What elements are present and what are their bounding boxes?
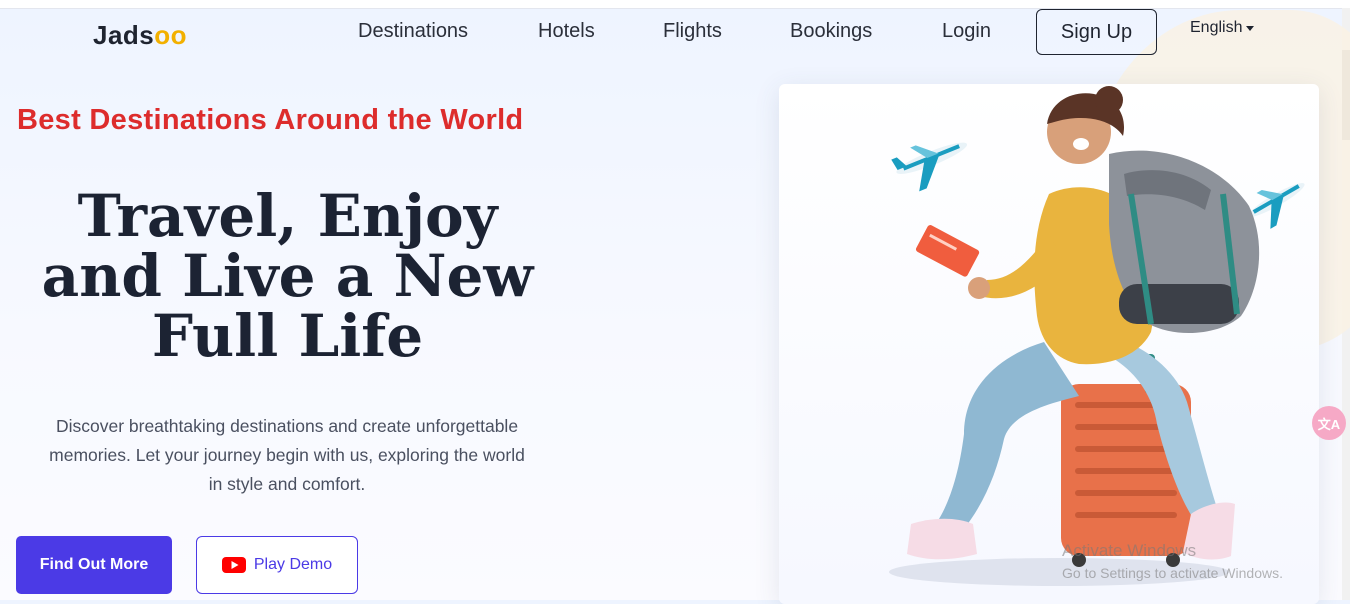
- nav-link-login[interactable]: Login: [942, 20, 991, 43]
- hero-title-line: Full Life: [151, 302, 424, 370]
- brand-logo[interactable]: Jadsoo: [93, 20, 187, 51]
- translate-icon[interactable]: 文A: [1312, 406, 1346, 440]
- caret-down-icon: [1246, 25, 1255, 31]
- hero-title-line: Travel, Enjoy: [77, 182, 498, 250]
- hero-image-card: [779, 84, 1319, 604]
- nav-link-bookings[interactable]: Bookings: [790, 20, 872, 43]
- play-demo-label: Play Demo: [253, 556, 333, 573]
- logo-main-text: Jads: [93, 20, 155, 50]
- play-demo-button[interactable]: Play Demo: [196, 536, 358, 594]
- hero-title-line: and Live a New: [41, 242, 534, 310]
- language-label: English: [1190, 19, 1243, 36]
- hero-title: Travel, Enjoy and Live a New Full Life: [20, 186, 555, 366]
- nav-link-flights[interactable]: Flights: [663, 20, 722, 43]
- language-dropdown[interactable]: English: [1190, 19, 1255, 37]
- youtube-play-icon: [221, 557, 246, 573]
- airplane-icon: [891, 142, 968, 192]
- sign-up-button[interactable]: Sign Up: [1036, 9, 1157, 55]
- hero-tagline: Best Destinations Around the World: [17, 104, 524, 136]
- windows-watermark-subtitle: Go to Settings to activate Windows.: [1062, 565, 1283, 581]
- logo-accent-text: oo: [154, 20, 188, 50]
- hero-description: Discover breathtaking destinations and c…: [49, 416, 525, 494]
- nav-link-hotels[interactable]: Hotels: [538, 20, 595, 43]
- nav-link-destinations[interactable]: Destinations: [358, 20, 468, 43]
- find-out-more-button[interactable]: Find Out More: [16, 536, 172, 594]
- traveler-illustration: [889, 86, 1305, 586]
- windows-watermark-title: Activate Windows: [1062, 541, 1197, 560]
- browser-top-edge: [0, 0, 1350, 9]
